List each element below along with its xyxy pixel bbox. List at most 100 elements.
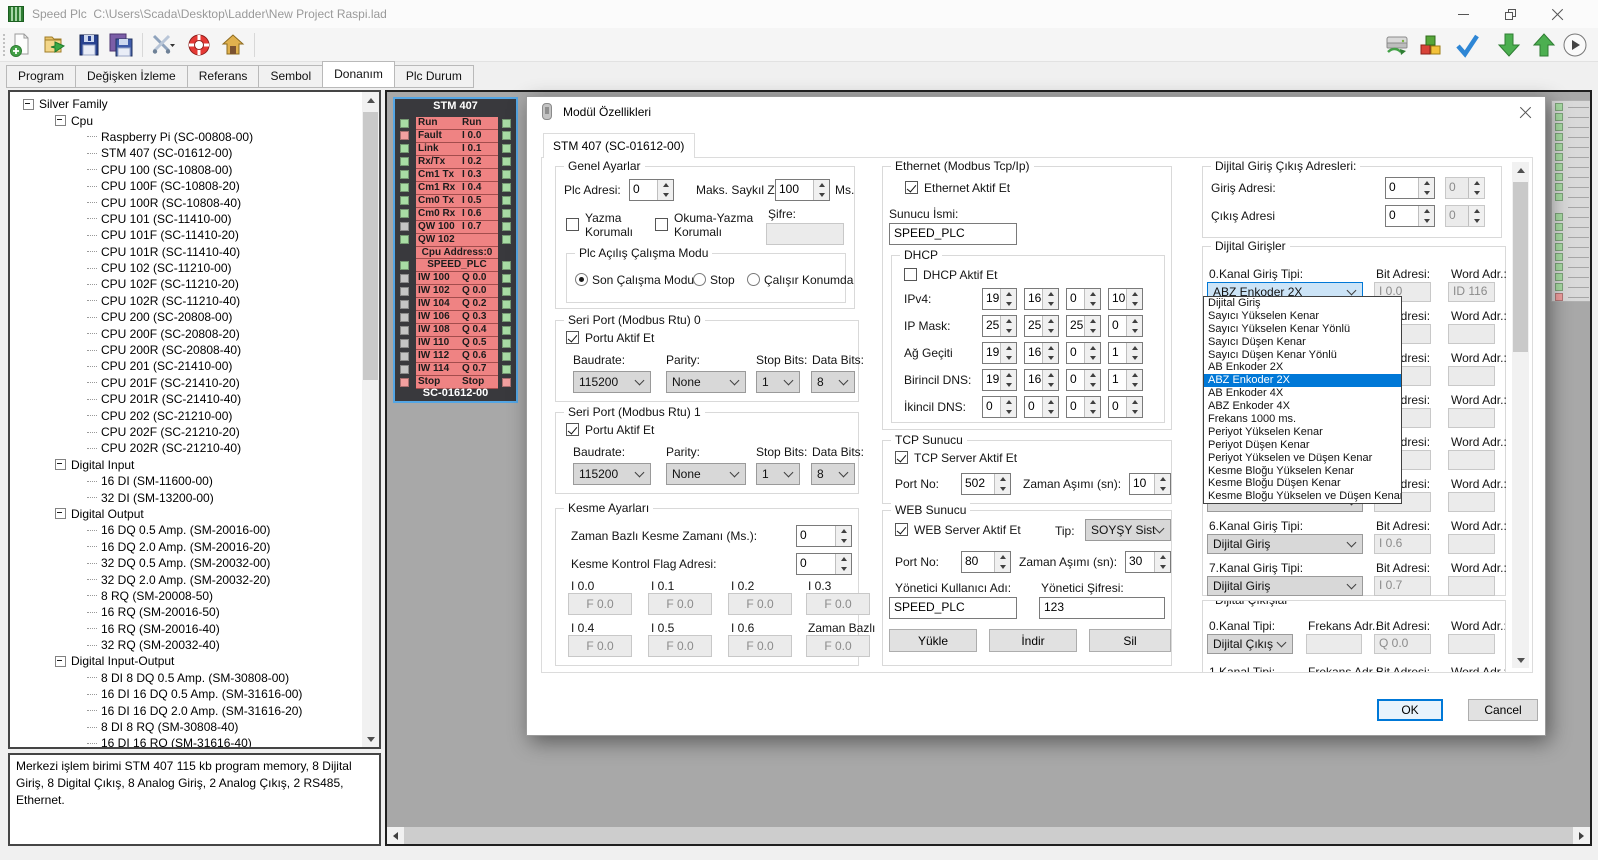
tree-item[interactable]: CPU 101R (SC-11410-40) <box>13 244 359 260</box>
spinner-down-icon[interactable] <box>1001 380 1016 390</box>
tree-item[interactable]: CPU 200F (SC-20808-20) <box>13 325 359 341</box>
spinner-arrows[interactable] <box>1000 289 1016 309</box>
tab-plc-durum[interactable]: Plc Durum <box>394 65 474 88</box>
dropdown-item[interactable]: Dijital Giriş <box>1204 297 1401 310</box>
dhcp-octet-spinner[interactable]: 0 <box>982 396 1017 418</box>
spinner-arrows[interactable] <box>1000 343 1016 363</box>
tree-item[interactable]: 16 RQ (SM-20016-40) <box>13 621 359 637</box>
dropdown-item[interactable]: Sayıcı Yükselen Kenar Yönlü <box>1204 323 1401 336</box>
dropdown-item[interactable]: Kesme Bloğu Yükselen ve Düşen Kenar <box>1204 490 1401 503</box>
tree-item[interactable]: Digital Input <box>13 457 359 473</box>
web-server-aktif-checkbox[interactable] <box>895 523 908 536</box>
radio-stop[interactable] <box>693 273 706 286</box>
tree-item[interactable]: 32 DI (SM-13200-00) <box>13 489 359 505</box>
plc-adresi-spinner[interactable]: 0 <box>629 179 674 201</box>
spinner-arrows[interactable] <box>1126 316 1142 336</box>
spinner-down-icon[interactable] <box>1127 326 1142 336</box>
spinner-down-icon[interactable] <box>1127 299 1142 309</box>
spinner-arrows[interactable] <box>994 552 1010 572</box>
dhcp-octet-spinner[interactable]: 0 <box>1066 288 1101 310</box>
spinner-up-icon[interactable] <box>1085 316 1100 326</box>
tree-item[interactable]: 16 DI 16 DQ 2.0 Amp. (SM-31616-20) <box>13 702 359 718</box>
spinner-up-icon[interactable] <box>1001 316 1016 326</box>
ethernet-aktif-checkbox[interactable] <box>905 181 918 194</box>
tree-expander-icon[interactable] <box>55 656 66 667</box>
kesme-flag-spinner[interactable]: 0 <box>796 553 852 575</box>
dhcp-octet-spinner[interactable]: 0 <box>1066 396 1101 418</box>
spinner-arrows[interactable] <box>1042 343 1058 363</box>
data-bits-combo-1[interactable]: 8 <box>811 463 855 485</box>
dhcp-octet-spinner[interactable]: 192 <box>982 342 1017 364</box>
tree-item[interactable]: 32 DQ 0.5 Amp. (SM-20032-00) <box>13 555 359 571</box>
cancel-button[interactable]: Cancel <box>1468 699 1538 721</box>
tab-referans[interactable]: Referans <box>187 65 260 88</box>
maks-saykil-spinner[interactable]: 100 <box>775 179 830 201</box>
dhcp-octet-spinner[interactable]: 168 <box>1024 369 1059 391</box>
portu-aktif-et-checkbox-0[interactable] <box>566 331 579 344</box>
indir-button[interactable]: İndir <box>989 629 1077 652</box>
tree-item[interactable]: Silver Family <box>13 96 359 112</box>
stop-bits-combo-0[interactable]: 1 <box>756 371 800 393</box>
build-blocks-icon[interactable] <box>1418 32 1444 58</box>
new-file-icon[interactable] <box>8 32 34 58</box>
tree-item[interactable]: 16 RQ (SM-20016-50) <box>13 604 359 620</box>
spinner-arrows[interactable] <box>1084 397 1100 417</box>
refresh-lifebuoy-icon[interactable] <box>186 32 212 58</box>
tree-item[interactable]: Digital Input-Output <box>13 653 359 669</box>
tree-item[interactable]: Digital Output <box>13 506 359 522</box>
dhcp-aktif-checkbox[interactable] <box>904 268 917 281</box>
ok-button[interactable]: OK <box>1377 699 1443 721</box>
tcp-timeout-spinner[interactable]: 10 <box>1129 473 1171 495</box>
dhcp-octet-spinner[interactable]: 255 <box>1066 315 1101 337</box>
dhcp-octet-spinner[interactable]: 1 <box>1108 342 1143 364</box>
tree-expander-icon[interactable] <box>55 115 66 126</box>
tree-scrollbar-thumb[interactable] <box>363 112 378 380</box>
channel-6-type-combo[interactable]: Dijital Giriş <box>1207 534 1363 554</box>
tree-item[interactable]: CPU 102 (SC-11210-00) <box>13 260 359 276</box>
spinner-arrows[interactable] <box>1126 370 1142 390</box>
okuma-yazma-korumali-checkbox[interactable] <box>655 218 668 231</box>
dropdown-item[interactable]: Sayıcı Yükselen Kenar <box>1204 310 1401 323</box>
tree-item[interactable]: CPU 100F (SC-10808-20) <box>13 178 359 194</box>
tree-item[interactable]: 8 DI 8 DQ 0.5 Amp. (SM-30808-00) <box>13 670 359 686</box>
dhcp-octet-spinner[interactable]: 255 <box>1024 315 1059 337</box>
spinner-down-icon[interactable] <box>1001 353 1016 363</box>
tree-item[interactable]: 16 DI 16 DQ 0.5 Amp. (SM-31616-00) <box>13 686 359 702</box>
tab-de-i-ken-i-zleme[interactable]: Değişken İzleme <box>75 65 188 88</box>
tree-item[interactable]: Raspberry Pi (SC-00808-00) <box>13 129 359 145</box>
dropdown-item[interactable]: ABZ Enkoder 2X <box>1204 374 1401 387</box>
kesme-zaman-spinner[interactable]: 0 <box>796 525 852 547</box>
dropdown-item[interactable]: AB Enkoder 2X <box>1204 361 1401 374</box>
tree-expander-icon[interactable] <box>23 99 34 110</box>
spinner-arrows[interactable] <box>1126 289 1142 309</box>
radio-son-calisma-modu[interactable] <box>575 273 588 286</box>
spinner-up-icon[interactable] <box>1043 316 1058 326</box>
spinner-arrows[interactable] <box>835 526 851 546</box>
spinner-arrows[interactable] <box>1154 552 1170 572</box>
plc-module-stm407[interactable]: STM 407 RunRunFaultI 0.0LinkI 0.1Rx/TxI … <box>393 97 518 403</box>
tree-item[interactable]: CPU 201 (SC-21410-00) <box>13 358 359 374</box>
restore-button[interactable] <box>1487 0 1533 28</box>
save-icon[interactable] <box>76 32 102 58</box>
spinner-up-icon[interactable] <box>1043 370 1058 380</box>
tree-item[interactable]: CPU 102R (SC-11210-40) <box>13 293 359 309</box>
cikis-adresi-spinner[interactable]: 0 <box>1385 205 1435 227</box>
dialog-scrollbar-thumb[interactable] <box>1513 182 1528 352</box>
tree-item[interactable]: CPU 202F (SC-21210-20) <box>13 424 359 440</box>
tree-item[interactable]: 16 DI (SM-11600-00) <box>13 473 359 489</box>
upload-from-plc-icon[interactable] <box>1531 32 1557 58</box>
dropdown-item[interactable]: Sayıcı Düşen Kenar <box>1204 336 1401 349</box>
spinner-up-icon[interactable] <box>1085 370 1100 380</box>
dhcp-octet-spinner[interactable]: 192 <box>982 288 1017 310</box>
dhcp-octet-spinner[interactable]: 0 <box>1024 396 1059 418</box>
tree-item[interactable]: CPU 200R (SC-20808-40) <box>13 342 359 358</box>
dhcp-octet-spinner[interactable]: 192 <box>982 369 1017 391</box>
spinner-up-icon[interactable] <box>1127 397 1142 407</box>
tree-scrollbar[interactable] <box>362 92 379 747</box>
tree-item[interactable]: CPU 102F (SC-11210-20) <box>13 276 359 292</box>
dropdown-item[interactable]: Periyot Yükselen Kenar <box>1204 426 1401 439</box>
baudrate-combo-0[interactable]: 115200 <box>573 371 651 393</box>
tab-sembol[interactable]: Sembol <box>258 65 323 88</box>
spinner-down-icon[interactable] <box>1085 407 1100 417</box>
out-channel-0-type-combo[interactable]: Dijital Çıkış <box>1207 634 1293 654</box>
